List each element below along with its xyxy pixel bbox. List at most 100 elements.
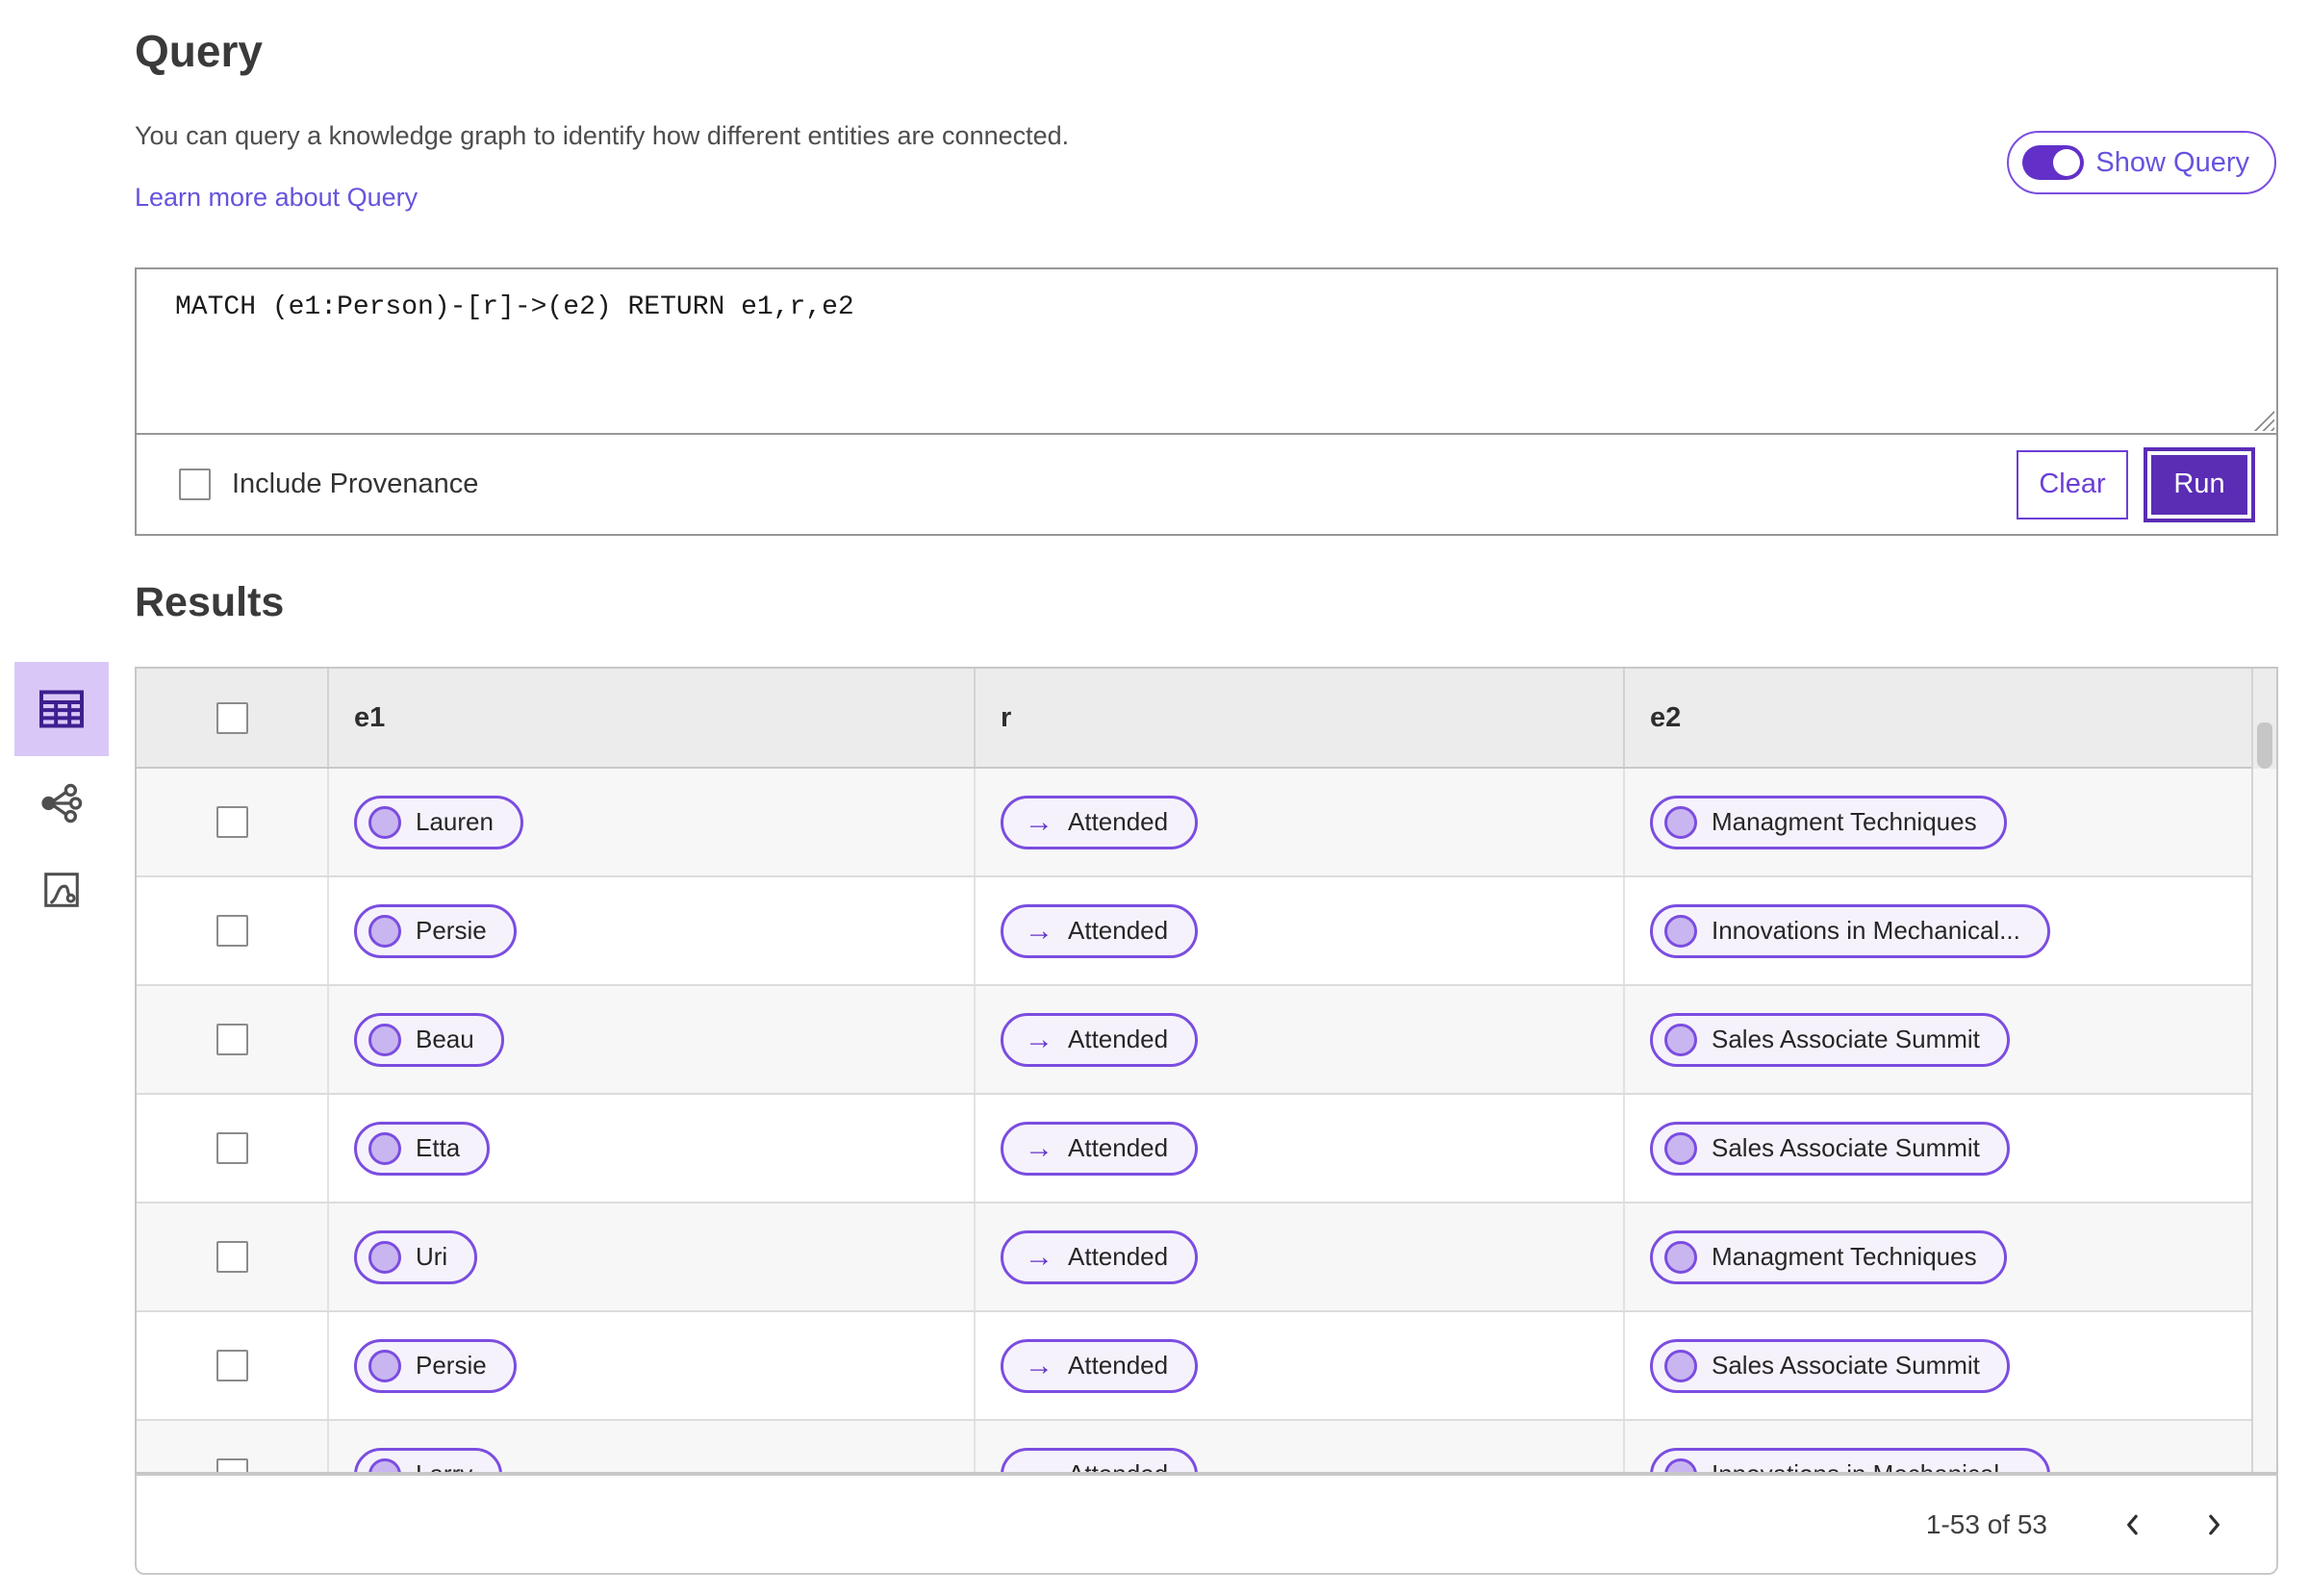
table-row: Lauren → Attended Managment Techniques [137, 769, 2276, 877]
entity-label: Innovations in Mechanical... [1712, 916, 2020, 945]
include-provenance-checkbox[interactable] [179, 469, 211, 500]
entity-label: Sales Associate Summit [1712, 1133, 1980, 1162]
page-title: Query [135, 26, 263, 76]
table-row: Etta → Attended Sales Associate Summit [137, 1095, 2276, 1203]
entity-pill-e1[interactable]: Larry [354, 1447, 503, 1474]
arrow-right-icon: → [1025, 914, 1053, 947]
entity-label: Persie [416, 916, 487, 945]
table-row: Beau → Attended Sales Associate Summit [137, 986, 2276, 1095]
relation-pill[interactable]: → Attended [1001, 1447, 1199, 1474]
entity-label: Sales Associate Summit [1712, 1351, 1980, 1380]
relation-pill[interactable]: → Attended [1001, 1338, 1199, 1393]
entity-pill-e2[interactable]: Innovations in Mechanical... [1650, 1447, 2050, 1474]
entity-pill-e2[interactable]: Sales Associate Summit [1650, 1338, 2010, 1393]
show-query-toggle[interactable]: Show Query [2007, 131, 2276, 194]
entity-node-icon [1664, 1349, 1697, 1382]
row-checkbox[interactable] [216, 1024, 248, 1055]
entity-label: Innovations in Mechanical... [1712, 1459, 2020, 1474]
entity-label: Beau [416, 1025, 474, 1053]
relation-pill[interactable]: → Attended [1001, 795, 1199, 849]
entity-node-icon [1664, 1023, 1697, 1056]
entity-pill-e1[interactable]: Uri [354, 1229, 478, 1284]
entity-node-icon [1664, 914, 1697, 948]
show-query-label: Show Query [2095, 146, 2249, 178]
chevron-left-icon [2127, 1514, 2138, 1534]
learn-more-link[interactable]: Learn more about Query [135, 183, 418, 213]
scrollbar-thumb[interactable] [2257, 722, 2272, 769]
row-checkbox[interactable] [216, 915, 248, 947]
entity-node-icon [368, 1240, 401, 1274]
entity-pill-e1[interactable]: Lauren [354, 795, 523, 849]
pagination-range-label: 1-53 of 53 [1925, 1508, 2047, 1539]
entity-pill-e1[interactable]: Beau [354, 1012, 504, 1067]
column-header-e1[interactable]: e1 [329, 702, 385, 734]
results-table: e1 r e2 Lauren → Attended Managment Tech… [135, 667, 2278, 1474]
entity-pill-e1[interactable]: Persie [354, 903, 517, 958]
entity-label: Managment Techniques [1712, 1242, 1977, 1271]
relation-label: Attended [1068, 1459, 1169, 1474]
column-header-e2[interactable]: e2 [1625, 702, 1681, 734]
row-checkbox[interactable] [216, 1132, 248, 1164]
entity-node-icon [368, 805, 401, 839]
entity-label: Etta [416, 1133, 461, 1162]
arrow-right-icon: → [1025, 1457, 1053, 1474]
relation-label: Attended [1068, 1133, 1169, 1162]
entity-node-icon [368, 1457, 401, 1472]
run-button[interactable]: Run [2144, 446, 2255, 522]
table-header-row: e1 r e2 [137, 669, 2276, 769]
table-row: Persie → Attended Innovations in Mechani… [137, 877, 2276, 986]
table-row: Larry → Attended Innovations in Mechanic… [137, 1421, 2276, 1474]
relation-label: Attended [1068, 1242, 1169, 1271]
entity-label: Uri [416, 1242, 448, 1271]
row-checkbox[interactable] [216, 806, 248, 838]
entity-pill-e1[interactable]: Etta [354, 1121, 491, 1176]
view-switcher-sidebar [13, 662, 110, 920]
relation-label: Attended [1068, 916, 1169, 945]
query-input[interactable]: MATCH (e1:Person)-[r]->(e2) RETURN e1,r,… [135, 267, 2278, 435]
relation-pill[interactable]: → Attended [1001, 903, 1199, 958]
entity-label: Larry [416, 1459, 473, 1474]
entity-node-icon [1664, 1131, 1697, 1165]
sidebar-item-table-view[interactable] [14, 662, 109, 756]
toggle-knob [2053, 149, 2081, 176]
row-checkbox[interactable] [216, 1241, 248, 1273]
sidebar-item-network-view[interactable] [14, 773, 109, 833]
entity-node-icon [1664, 1457, 1697, 1472]
previous-page-button[interactable] [2111, 1503, 2155, 1547]
table-row: Uri → Attended Managment Techniques [137, 1203, 2276, 1312]
table-body: Lauren → Attended Managment Techniques P… [137, 769, 2276, 1474]
toggle-on-icon[interactable] [2022, 145, 2085, 180]
entity-pill-e2[interactable]: Sales Associate Summit [1650, 1012, 2010, 1067]
row-checkbox[interactable] [216, 1350, 248, 1381]
arrow-right-icon: → [1025, 1349, 1053, 1381]
column-header-r[interactable]: r [976, 702, 1011, 734]
relation-label: Attended [1068, 807, 1169, 836]
entity-pill-e2[interactable]: Managment Techniques [1650, 795, 2007, 849]
relation-label: Attended [1068, 1351, 1169, 1380]
next-page-button[interactable] [2192, 1503, 2236, 1547]
relation-label: Attended [1068, 1025, 1169, 1053]
sidebar-item-plot-view[interactable] [14, 860, 109, 920]
entity-node-icon [368, 1131, 401, 1165]
table-scrollbar[interactable] [2251, 669, 2276, 1472]
query-panel: MATCH (e1:Person)-[r]->(e2) RETURN e1,r,… [135, 267, 2278, 536]
pagination-bar: 1-53 of 53 [135, 1474, 2278, 1575]
row-checkbox[interactable] [216, 1458, 248, 1472]
clear-button[interactable]: Clear [2017, 449, 2128, 519]
entity-pill-e1[interactable]: Persie [354, 1338, 517, 1393]
entity-pill-e2[interactable]: Sales Associate Summit [1650, 1121, 2010, 1176]
entity-pill-e2[interactable]: Innovations in Mechanical... [1650, 903, 2050, 958]
relation-pill[interactable]: → Attended [1001, 1229, 1199, 1284]
entity-node-icon [368, 914, 401, 948]
plot-icon [44, 873, 79, 907]
relation-pill[interactable]: → Attended [1001, 1121, 1199, 1176]
select-all-checkbox[interactable] [216, 701, 248, 734]
entity-node-icon [1664, 1240, 1697, 1274]
arrow-right-icon: → [1025, 1240, 1053, 1273]
arrow-right-icon: → [1025, 805, 1053, 838]
results-title: Results [135, 579, 285, 625]
network-icon [41, 783, 83, 823]
run-button-label: Run [2151, 454, 2247, 515]
entity-pill-e2[interactable]: Managment Techniques [1650, 1229, 2007, 1284]
relation-pill[interactable]: → Attended [1001, 1012, 1199, 1067]
